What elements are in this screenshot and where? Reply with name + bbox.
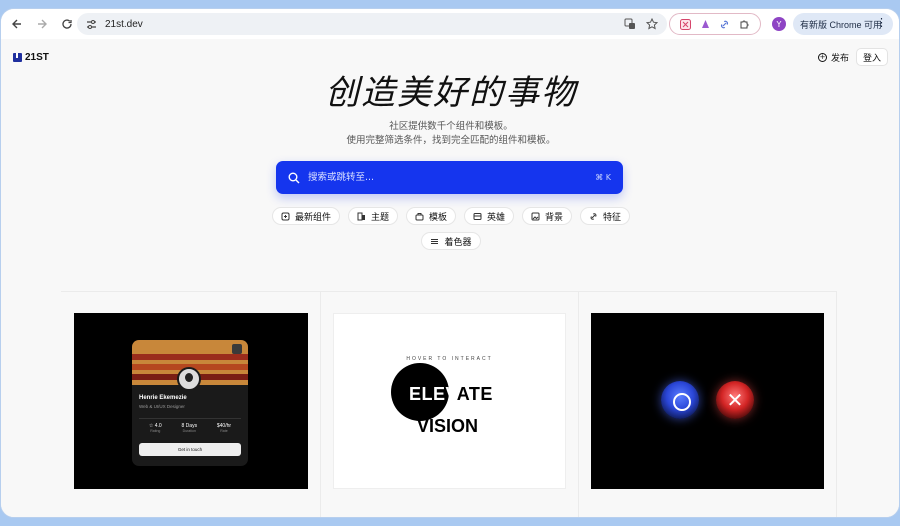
browser-window: 21st.dev Y 有新版 Chrome 可用 ⋮ 21ST + 发布 登入 … [0, 8, 900, 518]
category-chips-row2: 着色器 [1, 232, 899, 250]
hero-title: 创造美好的事物 [325, 73, 577, 113]
image-icon [531, 212, 540, 221]
chip-label: 主题 [370, 212, 389, 223]
plus-circle-icon: + [818, 52, 827, 62]
back-icon[interactable] [6, 13, 28, 35]
elevate-line1: ELEVATE [409, 384, 493, 405]
profile-card-preview: Henrie Ekemezie Web & UI/UX Designer ☆ 4… [132, 340, 248, 466]
browser-toolbar: 21st.dev Y 有新版 Chrome 可用 ⋮ [1, 9, 899, 39]
publish-button[interactable]: + 发布 [812, 48, 855, 66]
profile-avatar[interactable]: Y [772, 17, 786, 31]
search-icon [288, 172, 300, 183]
chip-latest-components[interactable]: 最新组件 [271, 207, 340, 225]
search-input[interactable] [308, 167, 568, 188]
category-chips: 最新组件 主题 模板 英雄 背景 特征 [1, 207, 899, 225]
profile-name: Henrie Ekemezie [139, 395, 187, 401]
extension-red-icon[interactable] [679, 17, 693, 31]
grid-divider [578, 291, 579, 517]
stat-duration: 8 Days Duration [182, 423, 198, 433]
stat-label: Rate [220, 429, 228, 433]
red-close-orb-icon [716, 381, 754, 419]
hero-subtitle-line1: 社区提供数千个组件和模板。 [389, 121, 513, 132]
chip-label: 背景 [545, 212, 564, 223]
template-icon [415, 212, 424, 221]
grid-divider [320, 291, 321, 517]
publish-label: 发布 [831, 53, 850, 64]
component-card-orb-buttons[interactable] [591, 313, 824, 489]
get-in-touch-button: Get in touch [139, 443, 241, 456]
vision-text: VISION [417, 416, 479, 436]
hover-label: HOVER TO INTERACT [406, 356, 493, 362]
component-card-elevate[interactable]: HOVER TO INTERACT ELEVATE VISION [333, 313, 566, 489]
address-bar[interactable]: 21st.dev [77, 13, 667, 35]
link-icon [589, 212, 598, 221]
component-card-profile[interactable]: Henrie Ekemezie Web & UI/UX Designer ☆ 4… [74, 313, 308, 489]
extension-link-icon[interactable] [718, 17, 732, 31]
stat-label: Rating [150, 429, 161, 433]
extensions-group [669, 13, 761, 35]
translate-icon[interactable] [623, 16, 637, 32]
chip-backgrounds[interactable]: 背景 [522, 207, 573, 225]
site-logo[interactable]: 21ST [13, 52, 49, 63]
page-content: 21ST + 发布 登入 创造美好的事物 社区提供数千个组件和模板。 使用完整筛… [1, 39, 899, 517]
logo-icon [13, 53, 22, 62]
more-menu-icon[interactable]: ⋮ [876, 16, 887, 29]
login-button[interactable]: 登入 [856, 48, 888, 66]
forward-icon[interactable] [31, 13, 53, 35]
search-bar[interactable]: ⌘ K [276, 161, 623, 194]
chip-label: 着色器 [444, 237, 472, 248]
chip-templates[interactable]: 模板 [405, 207, 456, 225]
grid-divider [61, 291, 837, 292]
new-icon [281, 212, 290, 221]
chip-features[interactable]: 特征 [580, 207, 631, 225]
hero-icon [473, 212, 482, 221]
shader-icon [430, 237, 439, 246]
chip-theme[interactable]: 主题 [347, 207, 398, 225]
stat-rate: $40/hr Rate [217, 423, 231, 433]
chrome-update-button[interactable]: 有新版 Chrome 可用 ⋮ [793, 13, 893, 35]
stat-label: Duration [182, 429, 196, 433]
site-settings-icon[interactable] [84, 17, 98, 31]
bookmark-star-icon[interactable] [645, 16, 659, 32]
logo-text: 21ST [25, 52, 49, 63]
chrome-update-label: 有新版 Chrome 可用 [800, 19, 883, 30]
chip-label: 最新组件 [294, 212, 331, 223]
profile-stats: ☆ 4.0 Rating 8 Days Duration $40/hr Rate [139, 418, 241, 433]
bookmark-icon [232, 344, 242, 354]
chip-shaders[interactable]: 着色器 [421, 232, 481, 250]
chip-label: 模板 [428, 212, 447, 223]
search-shortcut: ⌘ K [595, 173, 611, 182]
chip-label: 特征 [603, 212, 622, 223]
hero-subtitle-line2: 使用完整筛选条件，找到完全匹配的组件和模板。 [346, 135, 556, 146]
theme-icon [357, 212, 366, 221]
avatar [177, 367, 201, 391]
url-text[interactable]: 21st.dev [105, 19, 143, 30]
chip-label: 英雄 [487, 212, 506, 223]
reload-icon[interactable] [56, 13, 78, 35]
chip-hero[interactable]: 英雄 [464, 207, 515, 225]
grid-divider [836, 291, 837, 517]
blue-orb-icon [661, 381, 699, 419]
extension-purple-icon[interactable] [698, 17, 712, 31]
extensions-puzzle-icon[interactable] [737, 17, 751, 31]
profile-role: Web & UI/UX Designer [139, 404, 185, 409]
stat-rating: ☆ 4.0 Rating [149, 423, 162, 433]
elevate-text: ATE [456, 384, 493, 404]
elevate-inverted-text: ELEV [409, 384, 457, 404]
